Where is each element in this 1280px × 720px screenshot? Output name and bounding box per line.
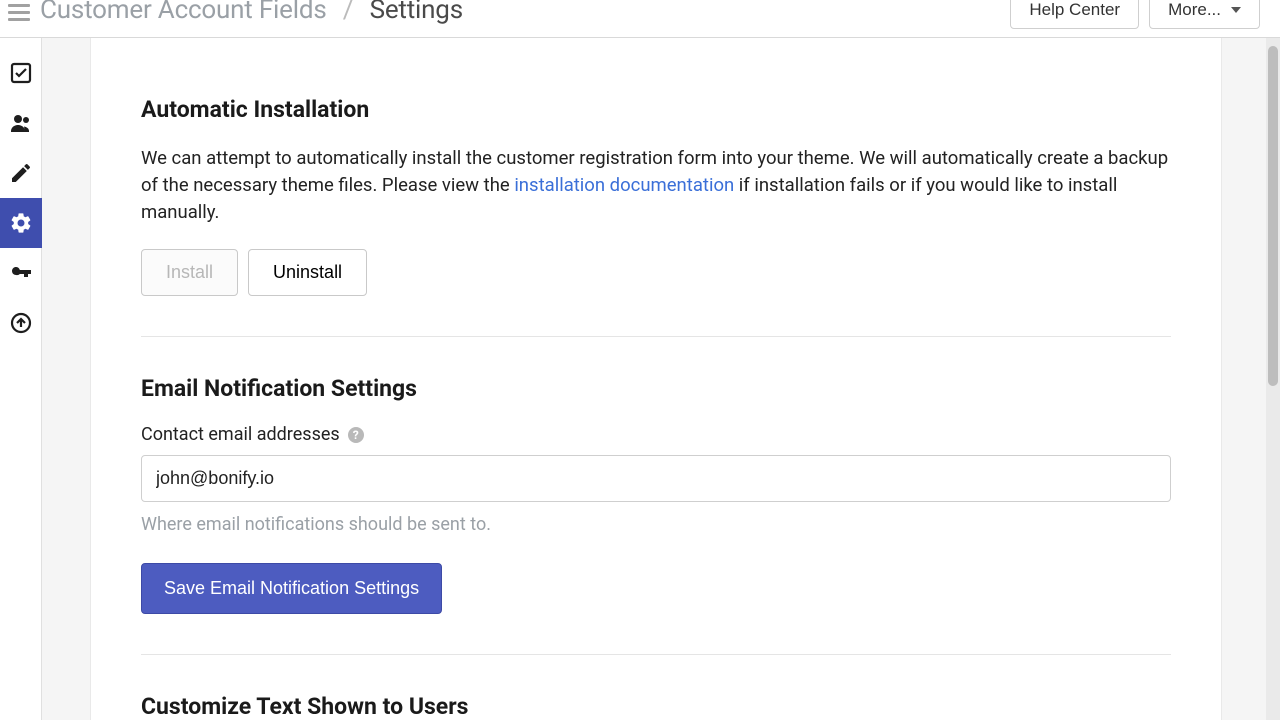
- contact-email-helper: Where email notifications should be sent…: [141, 514, 1171, 535]
- email-settings-title: Email Notification Settings: [141, 375, 1171, 402]
- contact-email-label-text: Contact email addresses: [141, 424, 340, 445]
- divider: [141, 654, 1171, 655]
- auto-install-title: Automatic Installation: [141, 96, 1171, 123]
- settings-card: Automatic Installation We can attempt to…: [90, 38, 1222, 720]
- help-icon[interactable]: ?: [348, 427, 364, 443]
- save-email-settings-button[interactable]: Save Email Notification Settings: [141, 563, 442, 614]
- checkbox-icon: [9, 61, 33, 85]
- divider: [141, 336, 1171, 337]
- sidebar-item-upgrade[interactable]: [0, 298, 42, 348]
- users-icon: [9, 111, 33, 135]
- gear-icon: [9, 211, 33, 235]
- scrollbar-track[interactable]: [1266, 38, 1280, 720]
- install-button-row: Install Uninstall: [141, 249, 1171, 296]
- installation-docs-link[interactable]: installation documentation: [514, 174, 734, 196]
- top-actions: Help Center More...: [1010, 0, 1260, 29]
- sidebar-item-settings[interactable]: [0, 198, 42, 248]
- scrollbar-thumb[interactable]: [1268, 46, 1278, 386]
- sidebar-item-tasks[interactable]: [0, 48, 42, 98]
- main-area: Automatic Installation We can attempt to…: [42, 38, 1280, 720]
- customize-text-title: Customize Text Shown to Users: [141, 693, 1171, 720]
- top-bar: Customer Account Fields / Settings Help …: [0, 0, 1280, 38]
- install-button[interactable]: Install: [141, 249, 238, 296]
- breadcrumb-parent[interactable]: Customer Account Fields: [40, 0, 327, 25]
- contact-email-input[interactable]: [141, 455, 1171, 502]
- upload-circle-icon: [9, 311, 33, 335]
- key-icon: [9, 261, 33, 285]
- more-button-label: More...: [1168, 0, 1221, 20]
- auto-install-description: We can attempt to automatically install …: [141, 145, 1171, 225]
- edit-icon: [9, 161, 33, 185]
- breadcrumb: Customer Account Fields / Settings: [40, 0, 463, 25]
- breadcrumb-current: Settings: [370, 0, 463, 25]
- more-button[interactable]: More...: [1149, 0, 1260, 29]
- breadcrumb-separator: /: [343, 0, 354, 25]
- sidebar-item-customers[interactable]: [0, 98, 42, 148]
- sidebar: [0, 38, 42, 720]
- uninstall-button[interactable]: Uninstall: [248, 249, 367, 296]
- contact-email-label: Contact email addresses ?: [141, 424, 1171, 445]
- help-center-button[interactable]: Help Center: [1010, 0, 1139, 29]
- sidebar-item-api[interactable]: [0, 248, 42, 298]
- chevron-down-icon: [1231, 7, 1241, 13]
- menu-icon[interactable]: [8, 2, 30, 24]
- sidebar-item-edit[interactable]: [0, 148, 42, 198]
